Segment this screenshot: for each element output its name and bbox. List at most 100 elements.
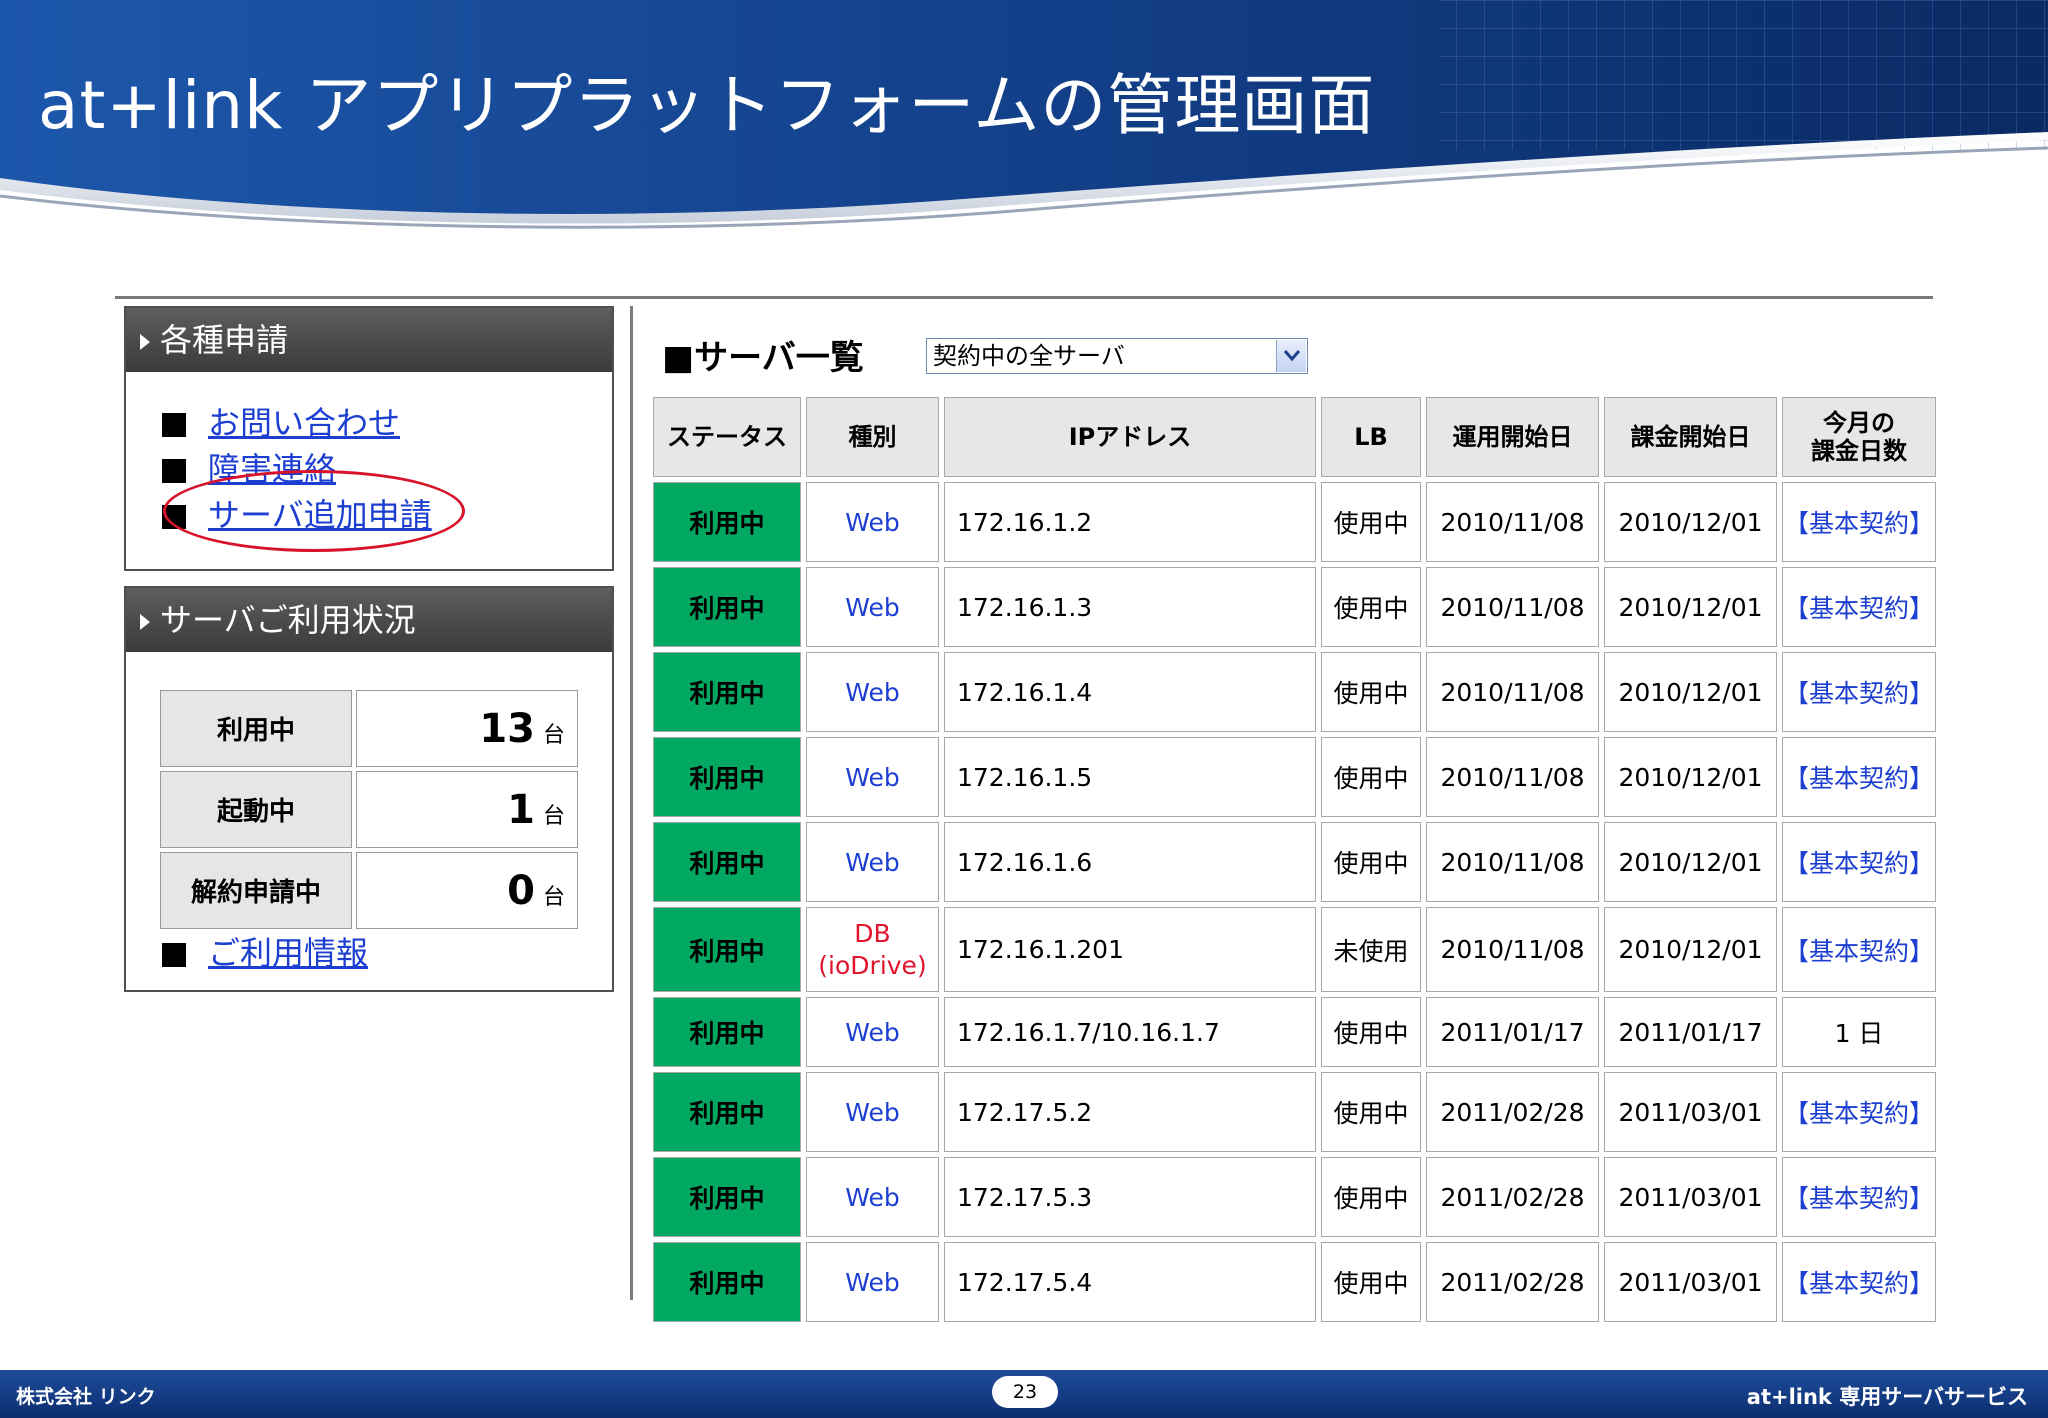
lb-cell: 未使用	[1321, 907, 1421, 992]
status-cell: 利用中	[653, 567, 801, 647]
lb-cell: 使用中	[1321, 997, 1421, 1067]
type-cell[interactable]: Web	[806, 997, 939, 1067]
billing-date-cell: 2011/03/01	[1604, 1157, 1777, 1237]
billing-days-cell[interactable]: 【基本契約】	[1782, 907, 1937, 992]
status-cell: 利用中	[653, 482, 801, 562]
lb-cell: 使用中	[1321, 1242, 1421, 1322]
billing-days-cell[interactable]: 【基本契約】	[1782, 1242, 1937, 1322]
billing-days-cell[interactable]: 【基本契約】	[1782, 737, 1937, 817]
ip-cell: 172.16.1.201	[944, 907, 1316, 992]
type-cell[interactable]: Web	[806, 1072, 939, 1152]
server-row: 利用中 Web 172.17.5.4 使用中 2011/02/28 2011/03/01 【…	[653, 1242, 1937, 1322]
server-table: ステータス 種別 IPアドレス LB 運用開始日 課金開始日 今月の 課金日数 利…	[648, 392, 1941, 1327]
type-cell[interactable]: Web	[806, 822, 939, 902]
column-header-billing-days: 今月の 課金日数	[1782, 397, 1937, 477]
server-row: 利用中 DB (ioDrive) 172.16.1.201 未使用 2010/11/08 2…	[653, 907, 1937, 992]
column-header-type: 種別	[806, 397, 939, 477]
server-row: 利用中 Web 172.17.5.2 使用中 2011/02/28 2011/03/01 【…	[653, 1072, 1937, 1152]
lb-cell: 使用中	[1321, 1157, 1421, 1237]
stat-label: 起動中	[160, 771, 352, 848]
server-row: 利用中 Web 172.16.1.2 使用中 2010/11/08 2010/12/01 【…	[653, 482, 1937, 562]
status-cell: 利用中	[653, 1072, 801, 1152]
status-cell: 利用中	[653, 1242, 801, 1322]
column-header-lb: LB	[1321, 397, 1421, 477]
contact-link[interactable]: お問い合わせ	[208, 404, 400, 442]
billing-date-cell: 2011/03/01	[1604, 1072, 1777, 1152]
start-date-cell: 2010/11/08	[1426, 822, 1599, 902]
square-bullet-icon	[162, 943, 186, 967]
type-cell[interactable]: Web	[806, 1157, 939, 1237]
billing-date-cell: 2010/12/01	[1604, 907, 1777, 992]
stat-row-in-use: 利用中 13 台	[160, 690, 578, 767]
usage-info-item: ご利用情報	[162, 930, 368, 976]
lb-cell: 使用中	[1321, 1072, 1421, 1152]
billing-days-cell[interactable]: 【基本契約】	[1782, 482, 1937, 562]
usage-stats-table: 利用中 13 台 起動中 1台 解約申請中 0台	[156, 686, 582, 933]
highlight-circle-annotation	[163, 470, 465, 552]
stat-unit: 台	[542, 722, 565, 748]
server-usage-panel-header: サーバご利用状況	[126, 588, 612, 652]
slide-footer: 株式会社 リンク 23 at+link 専用サーバサービス	[0, 1370, 2048, 1418]
billing-date-cell: 2010/12/01	[1604, 652, 1777, 732]
server-row: 利用中 Web 172.16.1.4 使用中 2010/11/08 2010/12/01 【…	[653, 652, 1937, 732]
ip-cell: 172.16.1.3	[944, 567, 1316, 647]
usage-info-link[interactable]: ご利用情報	[208, 934, 368, 972]
type-cell[interactable]: DB (ioDrive)	[806, 907, 939, 992]
stat-unit: 台	[542, 803, 565, 829]
ip-cell: 172.16.1.2	[944, 482, 1316, 562]
billing-date-cell: 2010/12/01	[1604, 482, 1777, 562]
content-top-divider	[115, 296, 1933, 299]
server-row: 利用中 Web 172.16.1.3 使用中 2010/11/08 2010/12/01 【…	[653, 567, 1937, 647]
ip-cell: 172.16.1.6	[944, 822, 1316, 902]
type-cell[interactable]: Web	[806, 482, 939, 562]
type-cell[interactable]: Web	[806, 652, 939, 732]
status-cell: 利用中	[653, 1157, 801, 1237]
server-row: 利用中 Web 172.16.1.5 使用中 2010/11/08 2010/12/01 【…	[653, 737, 1937, 817]
column-header-billing-days-line1: 今月の	[1823, 409, 1895, 437]
lb-cell: 使用中	[1321, 737, 1421, 817]
lb-cell: 使用中	[1321, 567, 1421, 647]
triangle-right-icon	[140, 614, 150, 630]
page-number: 23	[992, 1376, 1058, 1408]
ip-cell: 172.17.5.2	[944, 1072, 1316, 1152]
dropdown-button[interactable]	[1276, 340, 1306, 372]
status-cell: 利用中	[653, 822, 801, 902]
stat-label: 利用中	[160, 690, 352, 767]
ip-cell: 172.17.5.3	[944, 1157, 1316, 1237]
stat-row-cancellation: 解約申請中 0台	[160, 852, 578, 929]
status-cell: 利用中	[653, 907, 801, 992]
start-date-cell: 2011/02/28	[1426, 1242, 1599, 1322]
billing-days-cell[interactable]: 【基本契約】	[1782, 1072, 1937, 1152]
billing-date-cell: 2011/03/01	[1604, 1242, 1777, 1322]
type-cell[interactable]: Web	[806, 567, 939, 647]
stat-value: 13	[479, 705, 535, 752]
square-bullet-icon	[162, 413, 186, 437]
server-usage-panel-title: サーバご利用状況	[160, 601, 416, 639]
type-sublabel: (ioDrive)	[818, 950, 927, 980]
server-usage-panel: サーバご利用状況 利用中 13 台 起動中 1台 解約申請中 0台 ご利用情報	[124, 586, 614, 992]
billing-days-cell[interactable]: 【基本契約】	[1782, 567, 1937, 647]
column-header-billing-date: 課金開始日	[1604, 397, 1777, 477]
billing-days-cell: 1 日	[1782, 997, 1937, 1067]
billing-date-cell: 2010/12/01	[1604, 567, 1777, 647]
slide-title: at+link アプリプラットフォームの管理画面	[38, 67, 1376, 144]
type-cell[interactable]: Web	[806, 1242, 939, 1322]
billing-days-cell[interactable]: 【基本契約】	[1782, 822, 1937, 902]
stat-row-booting: 起動中 1台	[160, 771, 578, 848]
applications-panel-title: 各種申請	[160, 321, 289, 359]
ip-cell: 172.17.5.4	[944, 1242, 1316, 1322]
slide-header: at+link アプリプラットフォームの管理画面	[0, 0, 2048, 250]
server-filter-select[interactable]: 契約中の全サーバ	[926, 338, 1308, 374]
stat-value-cell: 0台	[356, 852, 578, 929]
billing-days-cell[interactable]: 【基本契約】	[1782, 1157, 1937, 1237]
column-header-start-date: 運用開始日	[1426, 397, 1599, 477]
ip-cell: 172.16.1.4	[944, 652, 1316, 732]
billing-date-cell: 2011/01/17	[1604, 997, 1777, 1067]
billing-days-cell[interactable]: 【基本契約】	[1782, 652, 1937, 732]
triangle-right-icon	[140, 334, 150, 350]
column-header-status: ステータス	[653, 397, 801, 477]
start-date-cell: 2011/01/17	[1426, 997, 1599, 1067]
type-cell[interactable]: Web	[806, 737, 939, 817]
ip-cell: 172.16.1.5	[944, 737, 1316, 817]
stat-value: 1	[507, 786, 535, 833]
